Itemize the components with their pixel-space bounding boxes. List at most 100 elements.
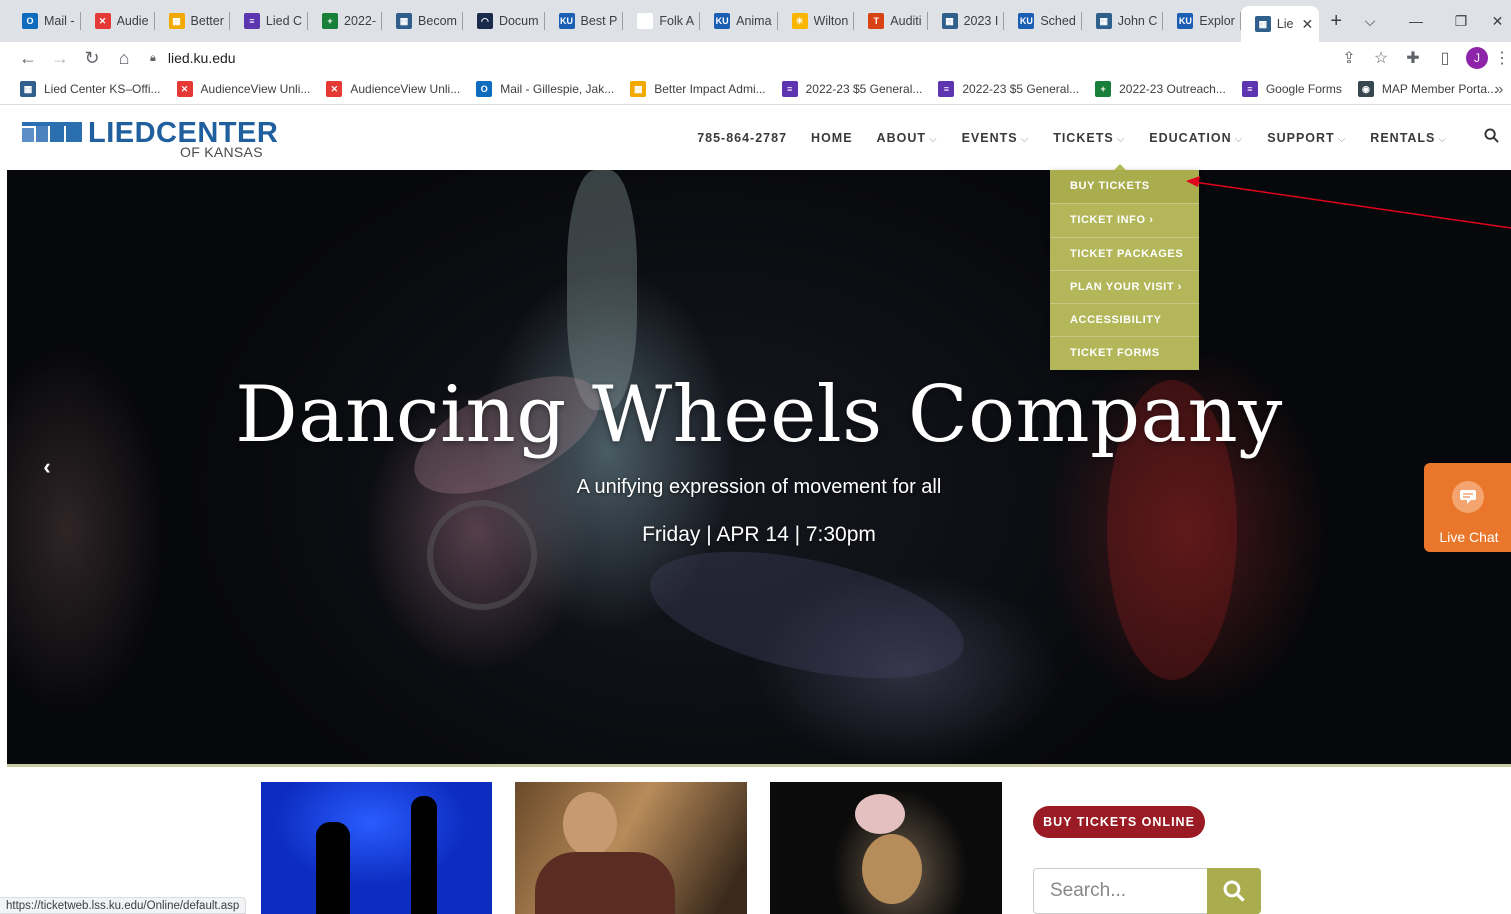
bookmark-item[interactable]: ✕ AudienceView Unli... <box>176 81 311 97</box>
slider-prev-icon[interactable]: ‹ <box>35 453 59 481</box>
tab-favicon-icon: ▦ <box>396 13 413 29</box>
nav-education[interactable]: EDUCATION ⌵ <box>1149 131 1243 145</box>
bookmark-item[interactable]: ◉ MAP Member Porta... <box>1357 81 1498 97</box>
browser-tab[interactable]: Folk A <box>623 0 700 42</box>
event-card-image[interactable] <box>770 782 1002 914</box>
site-search-icon[interactable] <box>1471 128 1511 148</box>
nav-about[interactable]: ABOUT ⌵ <box>877 131 938 145</box>
bookmark-item[interactable]: ≡ 2022-23 $5 General... <box>938 81 1079 97</box>
nav-support-label: SUPPORT <box>1267 131 1335 145</box>
bookmark-item[interactable]: ✕ AudienceView Unli... <box>326 81 460 97</box>
bookmark-favicon-icon: ▦ <box>630 81 647 97</box>
bookmarks-overflow-icon[interactable]: » <box>1487 74 1511 105</box>
tab-favicon-icon: ▦ <box>168 13 185 29</box>
hero-photo <box>639 527 975 703</box>
lock-icon[interactable]: 🔒︎ <box>150 52 156 65</box>
minimize-icon[interactable]: — <box>1393 0 1439 42</box>
tab-title: Best P <box>580 14 618 28</box>
browser-tab[interactable]: ◠ Docum <box>463 0 545 42</box>
browser-tab[interactable]: ≡ Lied C <box>230 0 309 42</box>
bookmark-label: 2022-23 Outreach... <box>1119 82 1226 96</box>
browser-tab[interactable]: KU Sched <box>1004 0 1082 42</box>
hero-slider[interactable]: Dancing Wheels Company A unifying expres… <box>7 170 1511 765</box>
browser-tab[interactable]: KU Explor <box>1163 0 1241 42</box>
close-tab-icon[interactable]: ✕ <box>1302 16 1314 33</box>
tab-title: Folk A <box>659 14 695 28</box>
bookmark-item[interactable]: +2022-23 Outreach... <box>1095 81 1226 97</box>
chevron-down-icon: ⌵ <box>1337 134 1347 145</box>
browser-tab-active[interactable]: ▦ Lie ✕ <box>1240 6 1320 42</box>
menu-ticket-info[interactable]: TICKET INFO › <box>1050 203 1199 236</box>
browser-tab[interactable]: ▦ Becom <box>382 0 463 42</box>
hero-title: Dancing Wheels Company <box>235 370 1283 460</box>
browser-tab[interactable]: KU Best P <box>545 0 624 42</box>
menu-buy-tickets[interactable]: BUY TICKETS <box>1050 170 1199 204</box>
bookmark-label: Lied Center KS–Offi... <box>44 82 161 96</box>
nav-support[interactable]: SUPPORT ⌵ <box>1267 131 1346 145</box>
browser-tab-strip: O Mail - ✕ Audie ▦ Better ≡ Lied C +2022- ▦ Becom ◠… <box>0 0 1511 42</box>
tab-favicon-icon: KU <box>714 13 731 29</box>
menu-ticket-packages[interactable]: TICKET PACKAGES <box>1050 236 1199 270</box>
bookmark-item[interactable]: O Mail - Gillespie, Jak... <box>476 81 614 97</box>
home-icon[interactable]: ⌂ <box>108 48 140 69</box>
forward-icon[interactable]: → <box>44 48 76 69</box>
bookmark-favicon-icon: ✕ <box>326 81 343 97</box>
browser-tab[interactable]: O Mail - <box>8 0 81 42</box>
address-bar[interactable]: 🔒︎ lied.ku.edu <box>150 50 236 66</box>
bookmark-item[interactable]: ▦ Better Impact Admi... <box>630 81 766 97</box>
menu-plan-your-visit[interactable]: PLAN YOUR VISIT › <box>1050 269 1199 303</box>
back-icon[interactable]: ← <box>12 48 44 69</box>
bookmark-item[interactable]: ▦ Lied Center KS–Offi... <box>20 81 161 97</box>
performer-face <box>563 792 617 856</box>
site-logo[interactable]: LIEDCENTER <box>22 119 278 148</box>
browser-tab[interactable]: KU Anima <box>700 0 778 42</box>
live-chat-button[interactable]: Live Chat <box>1424 463 1511 552</box>
bookmark-label: MAP Member Porta... <box>1381 82 1498 96</box>
event-card-image[interactable] <box>261 782 492 914</box>
share-icon[interactable]: ⇪ <box>1333 48 1365 68</box>
tab-title: Audie <box>116 14 149 28</box>
search-submit-button[interactable] <box>1207 868 1261 914</box>
bookmark-item[interactable]: ≡ 2022-23 $5 General... <box>781 81 922 97</box>
tab-favicon-icon: ▦ <box>1254 16 1271 32</box>
event-card-image[interactable] <box>515 782 747 914</box>
reload-icon[interactable]: ↻ <box>76 48 108 69</box>
nav-tickets[interactable]: TICKETS ⌵ <box>1053 131 1125 145</box>
nav-home-label: HOME <box>811 131 853 145</box>
tab-title: Wilton <box>813 14 849 28</box>
menu-kebab-icon[interactable]: ⋮ <box>1493 48 1511 68</box>
bookmark-item[interactable]: ≡ Google Forms <box>1241 81 1342 97</box>
tab-title: Auditi <box>890 14 922 28</box>
browser-tab[interactable]: ▦ Better <box>155 0 230 42</box>
close-window-icon[interactable]: ✕ <box>1484 0 1511 42</box>
browser-tab[interactable]: ▦ 2023 I <box>928 0 1005 42</box>
nav-home[interactable]: HOME <box>811 131 853 145</box>
bookmark-favicon-icon: ≡ <box>781 81 798 97</box>
side-panel-icon[interactable]: ▯ <box>1429 48 1461 68</box>
bookmark-favicon-icon: ✕ <box>176 81 193 97</box>
browser-tab[interactable]: T Auditi <box>854 0 928 42</box>
profile-avatar[interactable]: J <box>1466 47 1488 69</box>
bookmark-label: Mail - Gillespie, Jak... <box>500 82 615 96</box>
bookmark-label: AudienceView Unli... <box>200 82 311 96</box>
nav-rentals[interactable]: RENTALS ⌵ <box>1370 131 1447 145</box>
buy-tickets-online-button[interactable]: BUY TICKETS ONLINE <box>1033 806 1205 838</box>
performer-body <box>535 852 675 914</box>
bookmark-star-icon[interactable]: ☆ <box>1365 48 1397 68</box>
site-search-input[interactable]: Search... <box>1033 868 1208 914</box>
tab-favicon-icon: O <box>22 13 38 29</box>
browser-tab[interactable]: +2022- <box>308 0 383 42</box>
browser-tab[interactable]: ✕ Audie <box>81 0 155 42</box>
tab-search-icon[interactable]: ⌵ <box>1347 0 1393 42</box>
browser-tab[interactable]: ▦ John C <box>1082 0 1164 42</box>
menu-ticket-forms[interactable]: TICKET FORMS <box>1050 336 1199 369</box>
extensions-icon[interactable]: ✚ <box>1397 48 1429 68</box>
puppet-head <box>855 794 905 834</box>
nav-events[interactable]: EVENTS ⌵ <box>962 131 1030 145</box>
nav-phone[interactable]: 785-864-2787 <box>697 131 787 145</box>
tab-favicon-icon: ▦ <box>941 13 958 29</box>
tab-title: Sched <box>1040 14 1076 28</box>
menu-accessibility[interactable]: ACCESSIBILITY <box>1050 303 1199 336</box>
restore-icon[interactable]: ❐ <box>1438 0 1484 42</box>
browser-tab[interactable]: ✳ Wilton <box>778 0 855 42</box>
